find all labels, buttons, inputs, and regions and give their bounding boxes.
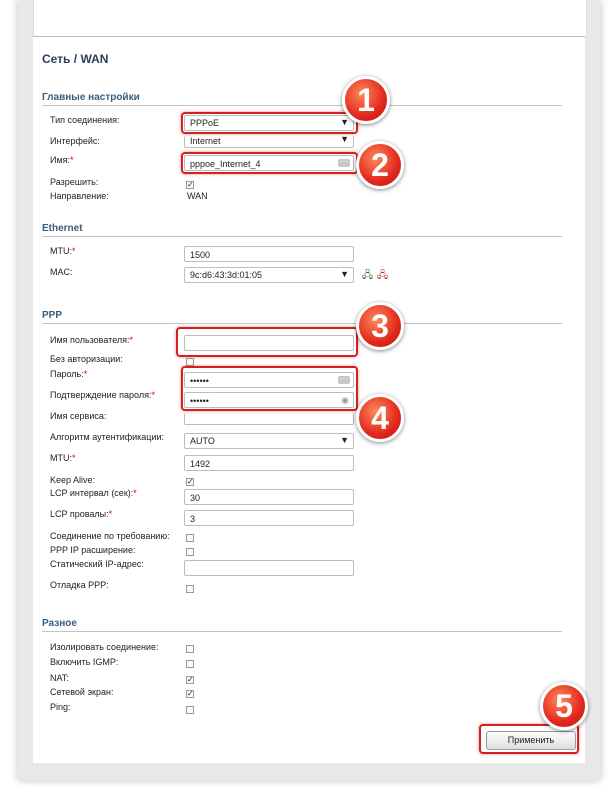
noauth-checkbox[interactable] bbox=[186, 358, 194, 366]
step-badge-2: 2 bbox=[356, 141, 404, 189]
ppp-mtu-label: MTU:* bbox=[50, 453, 76, 463]
dropdown-arrow-icon: ▼ bbox=[340, 435, 349, 445]
eth-mtu-label: MTU:* bbox=[50, 246, 76, 256]
debug-ppp-label: Отладка PPP: bbox=[50, 580, 109, 590]
auth-alg-value: AUTO bbox=[190, 436, 215, 446]
static-ip-input[interactable] bbox=[184, 560, 354, 576]
service-name-label: Имя сервиса: bbox=[50, 411, 107, 421]
mac-select[interactable]: 9c:d6:43:3d:01:05 ▼ bbox=[184, 267, 354, 283]
password-label: Пароль:* bbox=[50, 369, 88, 379]
on-demand-label: Соединение по требованию: bbox=[50, 531, 170, 541]
section-misc-title: Разное bbox=[42, 618, 562, 632]
keepalive-checkbox[interactable]: ✓ bbox=[186, 478, 194, 486]
highlight-name bbox=[181, 152, 358, 174]
step-badge-3: 3 bbox=[356, 302, 404, 350]
mac-label: MAC: bbox=[50, 267, 73, 277]
interface-label: Интерфейс: bbox=[50, 136, 100, 146]
debug-ppp-checkbox[interactable] bbox=[186, 585, 194, 593]
mac-value: 9c:d6:43:3d:01:05 bbox=[190, 270, 263, 280]
igmp-label: Включить IGMP: bbox=[50, 657, 119, 667]
nat-checkbox[interactable]: ✓ bbox=[186, 676, 194, 684]
static-ip-label: Статический IP-адрес: bbox=[50, 559, 144, 569]
allow-label: Разрешить: bbox=[50, 177, 99, 187]
ping-label: Ping: bbox=[50, 702, 71, 712]
dropdown-arrow-icon: ▼ bbox=[340, 134, 349, 144]
section-ethernet-title: Ethernet bbox=[42, 223, 562, 237]
lcp-interval-label: LCP интервал (сек):* bbox=[50, 488, 137, 498]
auth-alg-select[interactable]: AUTO ▼ bbox=[184, 433, 354, 449]
isolate-label: Изолировать соединение: bbox=[50, 642, 159, 652]
interface-value: Internet bbox=[190, 136, 221, 146]
lcp-fail-value: 3 bbox=[190, 514, 196, 524]
nat-label: NAT: bbox=[50, 673, 69, 683]
direction-value: WAN bbox=[187, 191, 208, 201]
interface-select[interactable]: Internet ▼ bbox=[184, 134, 354, 148]
lcp-fail-label: LCP провалы:* bbox=[50, 509, 113, 519]
confirm-password-label: Подтверждение пароля:* bbox=[50, 390, 155, 400]
igmp-checkbox[interactable] bbox=[186, 660, 194, 668]
eth-mtu-value: 1500 bbox=[190, 250, 211, 260]
lcp-fail-input[interactable]: 3 bbox=[184, 510, 354, 526]
lcp-interval-input[interactable]: 30 bbox=[184, 489, 354, 505]
network-clone-icon[interactable]: 🖧 bbox=[362, 268, 373, 285]
page-title: Сеть / WAN bbox=[42, 52, 109, 66]
keepalive-label: Keep Alive: bbox=[50, 475, 96, 485]
highlight-username bbox=[176, 327, 358, 357]
step-badge-1: 1 bbox=[342, 76, 390, 124]
eth-mtu-input[interactable]: 1500 bbox=[184, 246, 354, 262]
network-remove-icon[interactable]: 🖧 bbox=[377, 268, 388, 285]
conn-type-label: Тип соединения: bbox=[50, 115, 120, 125]
auth-alg-label: Алгоритм аутентификации: bbox=[50, 432, 165, 442]
noauth-label: Без авторизации: bbox=[50, 354, 123, 364]
highlight-conn-type bbox=[181, 112, 358, 134]
ping-checkbox[interactable] bbox=[186, 706, 194, 714]
section-ppp-title: PPP bbox=[42, 310, 562, 324]
allow-checkbox[interactable]: ✓ bbox=[186, 181, 194, 189]
top-strip bbox=[33, 0, 587, 36]
ppp-ip-ext-checkbox[interactable] bbox=[186, 548, 194, 556]
lcp-interval-value: 30 bbox=[190, 493, 201, 503]
highlight-passwords bbox=[181, 366, 358, 411]
ppp-mtu-value: 1492 bbox=[190, 459, 211, 469]
step-badge-5: 5 bbox=[540, 682, 588, 730]
firewall-checkbox[interactable]: ✓ bbox=[186, 690, 194, 698]
isolate-checkbox[interactable] bbox=[186, 645, 194, 653]
direction-label: Направление: bbox=[50, 191, 109, 201]
on-demand-checkbox[interactable] bbox=[186, 534, 194, 542]
step-badge-4: 4 bbox=[356, 394, 404, 442]
ppp-mtu-input[interactable]: 1492 bbox=[184, 455, 354, 471]
firewall-label: Сетевой экран: bbox=[50, 687, 114, 697]
username-label: Имя пользователя:* bbox=[50, 335, 134, 345]
dropdown-arrow-icon: ▼ bbox=[340, 269, 349, 279]
ppp-ip-ext-label: PPP IP расширение: bbox=[50, 545, 136, 555]
name-label: Имя:* bbox=[50, 155, 74, 165]
section-main-title: Главные настройки bbox=[42, 92, 562, 106]
service-name-input[interactable] bbox=[184, 413, 354, 425]
